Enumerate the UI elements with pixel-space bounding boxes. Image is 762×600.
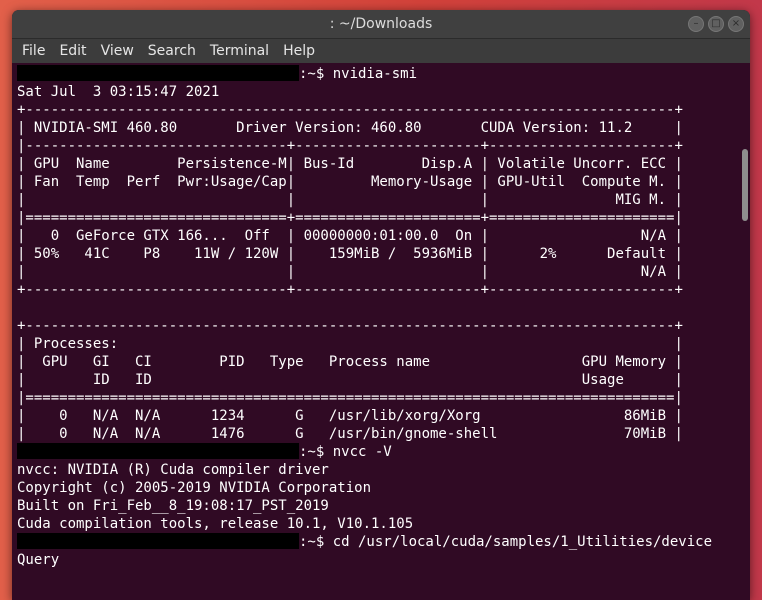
output-line: | 0 GeForce GTX 166... Off | 00000000:01… <box>17 227 732 245</box>
output-line: nvcc: NVIDIA (R) Cuda compiler driver <box>17 461 732 479</box>
output-text: | | | N/A | <box>17 264 683 280</box>
output-text: | | | MIG M. | <box>17 192 683 208</box>
output-text: |-------------------------------+-------… <box>17 138 683 154</box>
output-text: | Fan Temp Perf Pwr:Usage/Cap| Memory-Us… <box>17 174 683 190</box>
output-text: | Processes: | <box>17 336 683 352</box>
output-line: | | | N/A | <box>17 263 732 281</box>
menu-view[interactable]: View <box>101 43 134 59</box>
window-controls: – □ × <box>688 16 744 32</box>
output-line: +-------------------------------+-------… <box>17 281 732 299</box>
output-text: Sat Jul 3 03:15:47 2021 <box>17 84 220 100</box>
output-line: +---------------------------------------… <box>17 317 732 335</box>
command-text: :~$ nvcc -V <box>299 444 392 460</box>
output-text: +---------------------------------------… <box>17 318 683 334</box>
menu-file[interactable]: File <box>22 43 45 59</box>
menu-bar: File Edit View Search Terminal Help <box>12 39 750 64</box>
output-text: |=======================================… <box>17 390 683 406</box>
output-text: +-------------------------------+-------… <box>17 282 683 298</box>
scrollbar[interactable] <box>734 63 750 600</box>
terminal-window: : ~/Downloads – □ × File Edit View Searc… <box>12 10 750 600</box>
output-line: +---------------------------------------… <box>17 101 732 119</box>
output-text: Copyright (c) 2005-2019 NVIDIA Corporati… <box>17 480 372 496</box>
output-line: | GPU Name Persistence-M| Bus-Id Disp.A … <box>17 155 732 173</box>
title-bar[interactable]: : ~/Downloads – □ × <box>12 10 750 39</box>
output-line: | ID ID Usage | <box>17 371 732 389</box>
window-title: : ~/Downloads <box>329 16 433 32</box>
output-line: | 50% 41C P8 11W / 120W | 159MiB / 5936M… <box>17 245 732 263</box>
output-text: | GPU GI CI PID Type Process name GPU Me… <box>17 354 683 370</box>
prompt-line: :~$ cd /usr/local/cuda/samples/1_Utiliti… <box>17 533 732 551</box>
redacted-username <box>17 443 299 459</box>
output-line: | Fan Temp Perf Pwr:Usage/Cap| Memory-Us… <box>17 173 732 191</box>
output-line: |===============================+=======… <box>17 209 732 227</box>
output-text: nvcc: NVIDIA (R) Cuda compiler driver <box>17 462 329 478</box>
redacted-username <box>17 533 299 549</box>
output-text: | 0 GeForce GTX 166... Off | 00000000:01… <box>17 228 683 244</box>
prompt-line: :~$ nvcc -V <box>17 443 732 461</box>
output-line: | GPU GI CI PID Type Process name GPU Me… <box>17 353 732 371</box>
output-line: Query <box>17 551 732 569</box>
output-line: |=======================================… <box>17 389 732 407</box>
menu-search[interactable]: Search <box>148 43 196 59</box>
output-line: Built on Fri_Feb__8_19:08:17_PST_2019 <box>17 497 732 515</box>
output-line: | Processes: | <box>17 335 732 353</box>
output-text: Query <box>17 552 60 568</box>
minimize-icon[interactable]: – <box>688 16 704 32</box>
output-text: Cuda compilation tools, release 10.1, V1… <box>17 516 414 532</box>
menu-help[interactable]: Help <box>283 43 315 59</box>
prompt-line: :~$ nvidia-smi <box>17 65 732 83</box>
menu-terminal[interactable]: Terminal <box>210 43 269 59</box>
output-text: |===============================+=======… <box>17 210 683 226</box>
output-text: | NVIDIA-SMI 460.80 Driver Version: 460.… <box>17 120 683 136</box>
output-line: | 0 N/A N/A 1476 G /usr/bin/gnome-shell … <box>17 425 732 443</box>
terminal-lines: :~$ nvidia-smi Sat Jul 3 03:15:47 2021 +--… <box>17 65 732 569</box>
output-text: Built on Fri_Feb__8_19:08:17_PST_2019 <box>17 498 329 514</box>
output-line: | NVIDIA-SMI 460.80 Driver Version: 460.… <box>17 119 732 137</box>
command-text: :~$ cd /usr/local/cuda/samples/1_Utiliti… <box>299 534 713 550</box>
menu-edit[interactable]: Edit <box>59 43 86 59</box>
output-text: | 50% 41C P8 11W / 120W | 159MiB / 5936M… <box>17 246 683 262</box>
output-text: | GPU Name Persistence-M| Bus-Id Disp.A … <box>17 156 683 172</box>
output-line: |-------------------------------+-------… <box>17 137 732 155</box>
output-line: Copyright (c) 2005-2019 NVIDIA Corporati… <box>17 479 732 497</box>
terminal-output[interactable]: :~$ nvidia-smi Sat Jul 3 03:15:47 2021 +--… <box>12 63 750 600</box>
output-text: | 0 N/A N/A 1234 G /usr/lib/xorg/Xorg 86… <box>17 408 683 424</box>
close-icon[interactable]: × <box>728 16 744 32</box>
output-line: Sat Jul 3 03:15:47 2021 <box>17 83 732 101</box>
output-line: Cuda compilation tools, release 10.1, V1… <box>17 515 732 533</box>
output-text: | 0 N/A N/A 1476 G /usr/bin/gnome-shell … <box>17 426 683 442</box>
output-text: +---------------------------------------… <box>17 102 683 118</box>
command-text: :~$ nvidia-smi <box>299 66 418 82</box>
scrollbar-thumb[interactable] <box>742 149 748 221</box>
output-line: | 0 N/A N/A 1234 G /usr/lib/xorg/Xorg 86… <box>17 407 732 425</box>
output-line: | | | MIG M. | <box>17 191 732 209</box>
maximize-icon[interactable]: □ <box>708 16 724 32</box>
redacted-username <box>17 65 299 81</box>
output-text: | ID ID Usage | <box>17 372 683 388</box>
